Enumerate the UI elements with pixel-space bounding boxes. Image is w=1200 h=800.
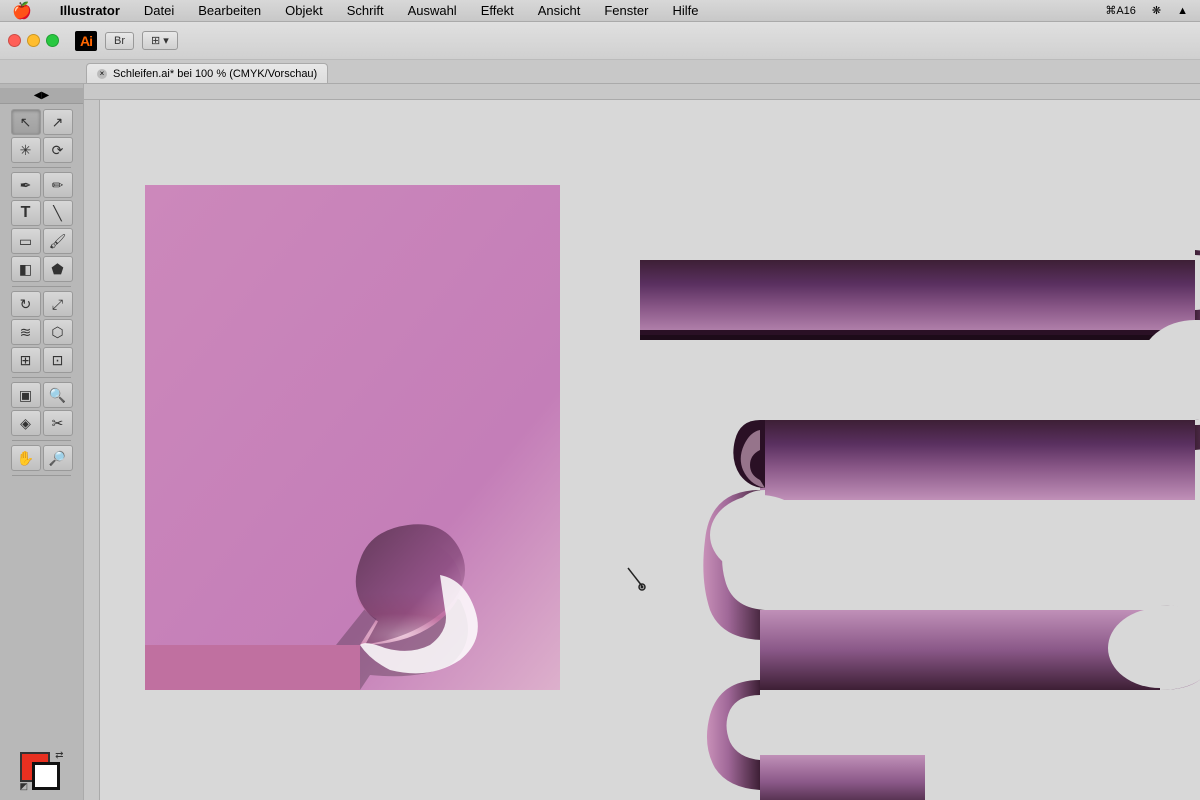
menu-auswahl[interactable]: Auswahl: [404, 2, 461, 19]
menu-bar: 🍎 Illustrator Datei Bearbeiten Objekt Sc…: [0, 0, 1200, 22]
tool-row-11: ◈ ✂: [0, 409, 83, 437]
tab-bar: × Schleifen.ai* bei 100 % (CMYK/Vorschau…: [0, 60, 1200, 84]
apple-menu[interactable]: 🍎: [8, 0, 36, 22]
pencil-tool[interactable]: ✏: [43, 172, 73, 198]
traffic-lights: [8, 34, 59, 47]
app-name-menu[interactable]: Illustrator: [56, 2, 124, 19]
menu-right-items: ⌘A16 ❋ ▲: [1101, 3, 1192, 18]
ruler-top: [84, 84, 1200, 100]
tool-row-9: ⊞ ⊡: [0, 346, 83, 374]
graph-tool[interactable]: ⊞: [11, 347, 41, 373]
menu-fenster[interactable]: Fenster: [600, 2, 652, 19]
rectangle-tool[interactable]: ▭: [11, 228, 41, 254]
menu-datei[interactable]: Datei: [140, 2, 178, 19]
magic-wand-tool[interactable]: ✳: [11, 137, 41, 163]
wifi-icon: ▲: [1173, 4, 1192, 18]
menu-right-1: ⌘A16: [1101, 3, 1140, 18]
tab-title: Schleifen.ai* bei 100 % (CMYK/Vorschau): [113, 68, 317, 80]
gradient-tool[interactable]: ▣: [11, 382, 41, 408]
tool-row-1: ↖ ↗: [0, 108, 83, 136]
tool-row-2: ✳ ⟳: [0, 136, 83, 164]
workspace-button[interactable]: ⊞ ▾: [142, 31, 178, 50]
tool-row-12: ✋ 🔎: [0, 444, 83, 472]
stroke-swatch[interactable]: [32, 762, 60, 790]
canvas-area[interactable]: [84, 84, 1200, 800]
menu-hilfe[interactable]: Hilfe: [668, 2, 702, 19]
sidebar-collapse[interactable]: ◀▶: [0, 88, 83, 104]
ruler-left: [84, 100, 100, 800]
document-tab[interactable]: × Schleifen.ai* bei 100 % (CMYK/Vorschau…: [86, 63, 328, 83]
tool-sep-4: [12, 440, 70, 441]
hand-tool[interactable]: ✋: [11, 445, 41, 471]
paintbrush-tool[interactable]: 🖌: [43, 228, 73, 254]
dropbox-icon: ❋: [1148, 3, 1165, 18]
tool-row-7: ↻ ⤢: [0, 290, 83, 318]
toolbox: ◀▶ ↖ ↗ ✳ ⟳ ✒ ✏ T ╲ ▭ 🖌 ◧ ⬟: [0, 84, 84, 800]
tool-row-3: ✒ ✏: [0, 171, 83, 199]
ai-logo: Ai: [75, 31, 97, 51]
color-swatches: ⇄ ◩: [0, 748, 83, 800]
tool-sep-1: [12, 167, 70, 168]
minimize-button[interactable]: [27, 34, 40, 47]
workspace-arrow: ▾: [163, 34, 169, 47]
close-button[interactable]: [8, 34, 21, 47]
menu-bearbeiten[interactable]: Bearbeiten: [194, 2, 265, 19]
mesh-tool[interactable]: ⊡: [43, 347, 73, 373]
symbol-tool[interactable]: ⬡: [43, 319, 73, 345]
tool-row-4: T ╲: [0, 199, 83, 227]
title-bar: Ai Br ⊞ ▾: [0, 22, 1200, 60]
blend-tool[interactable]: ◈: [11, 410, 41, 436]
tool-row-10: ▣ 🔍: [0, 381, 83, 409]
eyedropper-tool[interactable]: 🔍: [43, 382, 73, 408]
bridge-button[interactable]: Br: [105, 32, 134, 50]
menu-effekt[interactable]: Effekt: [477, 2, 518, 19]
lasso-tool[interactable]: ⟳: [43, 137, 73, 163]
menu-objekt[interactable]: Objekt: [281, 2, 327, 19]
swap-colors[interactable]: ⇄: [55, 750, 63, 761]
tool-sep-2: [12, 286, 70, 287]
tab-close-button[interactable]: ×: [97, 69, 107, 79]
direct-selection-tool[interactable]: ↗: [43, 109, 73, 135]
scissors-tool[interactable]: ✂: [43, 410, 73, 436]
blob-brush-tool[interactable]: ⬟: [43, 256, 73, 282]
main-layout: ◀▶ ↖ ↗ ✳ ⟳ ✒ ✏ T ╲ ▭ 🖌 ◧ ⬟: [0, 84, 1200, 800]
canvas-content: [100, 100, 1200, 800]
workspace-icon: ⊞: [151, 34, 160, 47]
zoom-tool[interactable]: 🔎: [43, 445, 73, 471]
rotate-tool[interactable]: ↻: [11, 291, 41, 317]
maximize-button[interactable]: [46, 34, 59, 47]
menu-ansicht[interactable]: Ansicht: [534, 2, 585, 19]
tool-row-5: ▭ 🖌: [0, 227, 83, 255]
tool-row-6: ◧ ⬟: [0, 255, 83, 283]
selection-tool[interactable]: ↖: [11, 109, 41, 135]
eraser-tool[interactable]: ◧: [11, 256, 41, 282]
menu-schrift[interactable]: Schrift: [343, 2, 388, 19]
warp-tool[interactable]: ≋: [11, 319, 41, 345]
tool-row-8: ≋ ⬡: [0, 318, 83, 346]
line-tool[interactable]: ╲: [43, 200, 73, 226]
tool-sep-3: [12, 377, 70, 378]
pen-tool[interactable]: ✒: [11, 172, 41, 198]
default-colors[interactable]: ◩: [20, 781, 29, 792]
scale-tool[interactable]: ⤢: [43, 291, 73, 317]
tool-sep-5: [12, 475, 70, 476]
type-tool[interactable]: T: [11, 200, 41, 226]
